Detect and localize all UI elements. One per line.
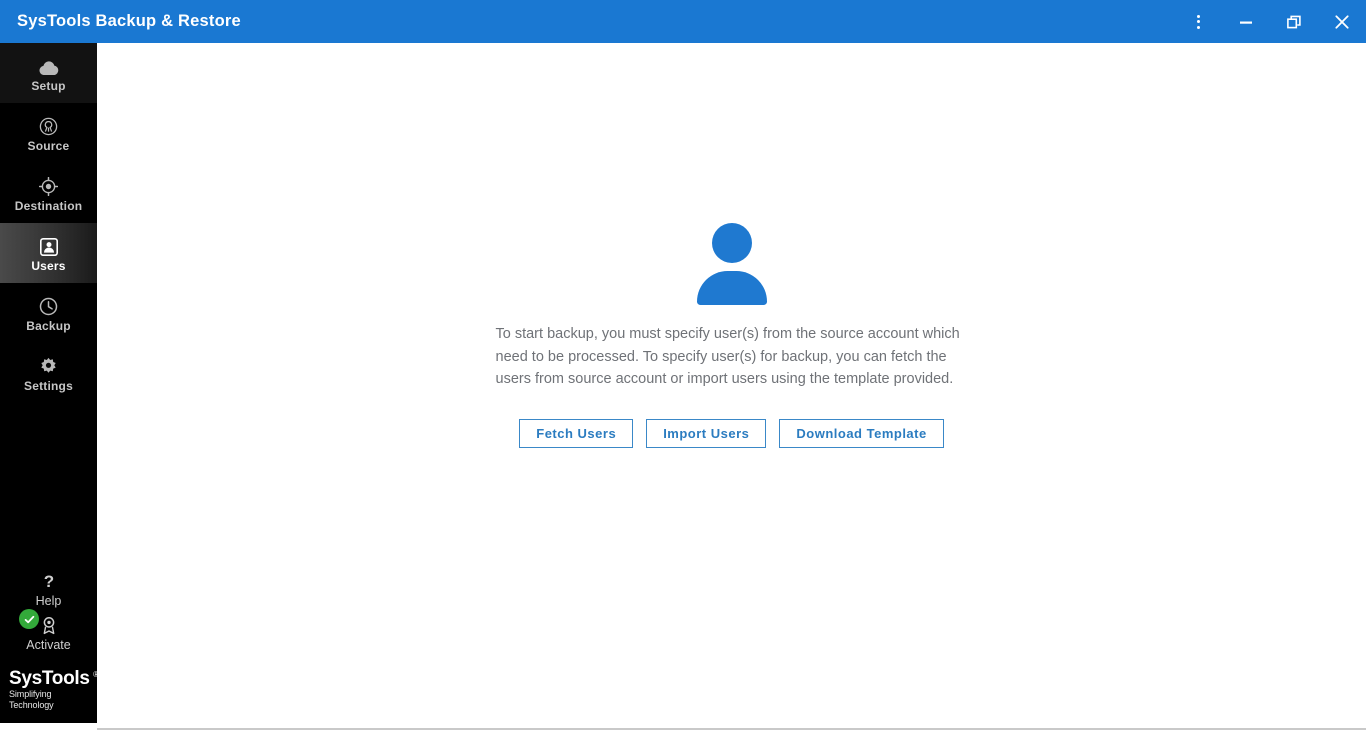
title-bar: SysTools Backup & Restore (0, 0, 1366, 43)
cloud-icon (37, 54, 61, 76)
check-icon (24, 615, 34, 623)
sidebar-item-label: Activate (26, 637, 71, 652)
import-users-button[interactable]: Import Users (646, 418, 767, 448)
user-avatar-icon (696, 223, 767, 305)
source-antenna-icon (37, 114, 61, 136)
logo-brand-text: SysTools ® (9, 668, 99, 689)
sidebar: Setup Source Destination Users Backup Se… (0, 43, 99, 723)
systools-logo: SysTools ® Simplifying Technology (0, 656, 99, 723)
question-mark-icon: ? (42, 571, 56, 593)
avatar-head (711, 223, 752, 263)
sidebar-item-label: Backup (26, 318, 71, 333)
fetch-users-button[interactable]: Fetch Users (519, 418, 634, 448)
window-controls (1174, 0, 1366, 43)
sidebar-item-activate[interactable]: Activate (0, 611, 97, 656)
sidebar-nav: Setup Source Destination Users Backup Se… (0, 43, 97, 403)
gear-icon (37, 354, 61, 376)
sidebar-item-help[interactable]: ? Help (0, 569, 97, 611)
restore-icon (1287, 15, 1301, 28)
sidebar-item-label: Users (31, 258, 66, 273)
sidebar-item-label: Setup (31, 78, 66, 93)
sidebar-item-backup[interactable]: Backup (0, 283, 97, 343)
action-button-row: Fetch Users Import Users Download Templa… (519, 418, 944, 448)
sidebar-item-label: Help (35, 594, 62, 608)
minimize-button[interactable] (1222, 0, 1270, 43)
registered-mark: ® (93, 670, 99, 679)
minimize-icon (1240, 21, 1252, 24)
activate-wrapper: Activate (0, 609, 97, 656)
app-title: SysTools Backup & Restore (17, 12, 241, 30)
sidebar-item-label: Destination (14, 198, 83, 213)
svg-text:?: ? (43, 573, 53, 591)
main-content: To start backup, you must specify user(s… (97, 43, 1366, 728)
application-window: SysTools Backup & Restore Setup Source D… (0, 0, 1366, 730)
sidebar-item-destination[interactable]: Destination (0, 163, 97, 223)
logo-tagline: Simplifying Technology (9, 689, 54, 710)
sidebar-item-setup[interactable]: Setup (0, 43, 97, 103)
sidebar-item-label: Settings (24, 378, 73, 393)
users-empty-state: To start backup, you must specify user(s… (97, 223, 1366, 448)
sidebar-bottom-spacer (0, 723, 97, 730)
sidebar-item-settings[interactable]: Settings (0, 343, 97, 403)
award-icon (41, 615, 57, 637)
sidebar-item-users[interactable]: Users (0, 223, 97, 283)
avatar-body (696, 271, 767, 305)
sidebar-item-label: Source (27, 138, 70, 153)
clock-icon (37, 294, 61, 316)
sidebar-bottom: ? Help Activate SysTools ® Simplifying T… (0, 569, 99, 723)
user-badge-icon (37, 234, 61, 256)
close-button[interactable] (1318, 0, 1366, 43)
target-icon (37, 174, 61, 196)
download-template-button[interactable]: Download Template (779, 418, 944, 448)
empty-state-description: To start backup, you must specify user(s… (495, 326, 960, 387)
activated-check-badge (19, 609, 39, 629)
kebab-menu-icon (1196, 14, 1200, 29)
sidebar-item-source[interactable]: Source (0, 103, 97, 163)
restore-button[interactable] (1270, 0, 1318, 43)
close-icon (1335, 14, 1349, 29)
more-options-button[interactable] (1174, 0, 1222, 43)
